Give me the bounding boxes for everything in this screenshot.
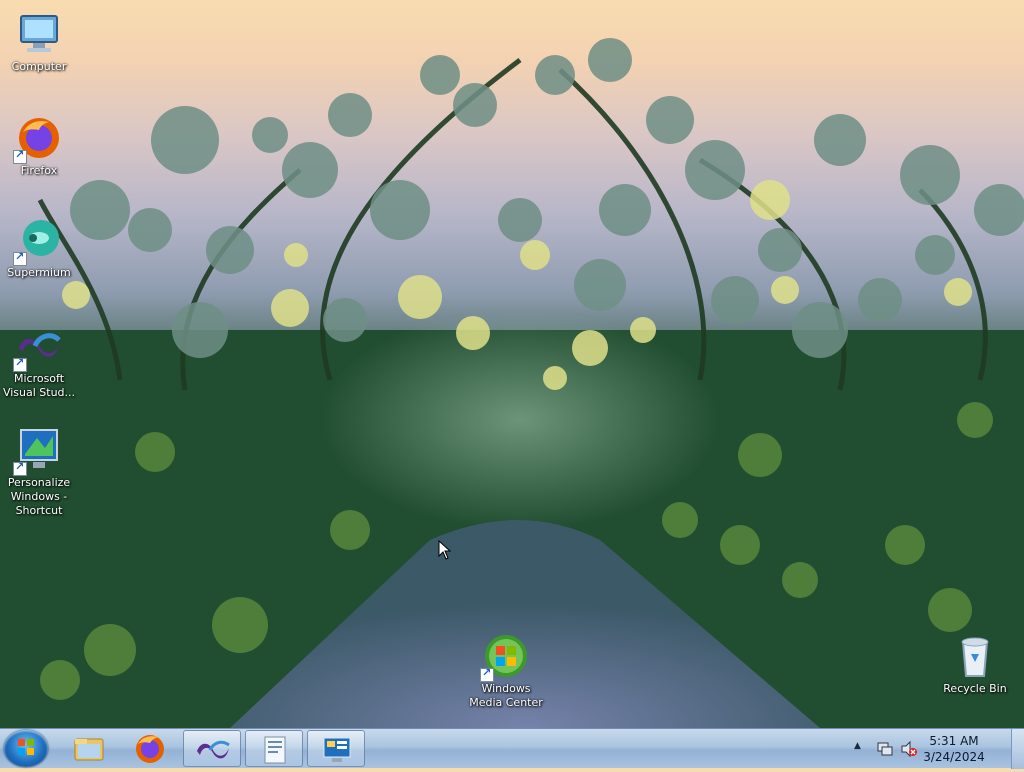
desktop-icon-label: Windows Media Center — [469, 682, 543, 709]
desktop-icon-personalize[interactable]: Personalize Windows - Shortcut — [1, 426, 77, 518]
mouse-cursor-icon — [438, 540, 452, 560]
system-tray: ▲ 5:31 AM 3/24/2024 — [848, 729, 1008, 769]
document-icon — [264, 736, 286, 764]
desktop-icon-computer[interactable]: Computer — [1, 10, 77, 74]
desktop-icon-supermium[interactable]: Supermium — [1, 216, 77, 280]
taskbar-button-firefox[interactable] — [121, 730, 179, 767]
desktop-wallpaper — [0, 38, 1024, 728]
desktop-icon-label: Computer — [11, 60, 67, 73]
personalize-icon — [323, 737, 351, 762]
desktop-icon-firefox[interactable]: Firefox — [1, 114, 77, 178]
personalize-icon — [13, 426, 63, 476]
desktop-icon-label: Supermium — [7, 266, 71, 279]
network-icon[interactable] — [876, 740, 894, 758]
supermium-icon — [13, 216, 63, 266]
taskbar-button-wordpad[interactable] — [245, 730, 303, 767]
clock-time: 5:31 AM — [929, 734, 979, 748]
taskbar: ▲ 5:31 AM 3/24/2024 — [0, 728, 1024, 769]
taskbar-button-explorer[interactable] — [60, 730, 118, 767]
show-desktop-button[interactable] — [1011, 729, 1024, 769]
shortcut-arrow-icon — [13, 250, 27, 266]
desktop-icon-label: Recycle Bin — [943, 682, 1007, 695]
taskbar-button-visual-studio[interactable] — [183, 730, 241, 767]
desktop-icon-label: Microsoft Visual Stud... — [2, 372, 76, 399]
show-hidden-icons-chevron-icon[interactable]: ▲ — [854, 741, 866, 755]
firefox-icon — [136, 735, 164, 763]
windows-logo-icon — [18, 739, 34, 755]
start-button[interactable] — [4, 730, 48, 767]
recycle-bin-icon — [951, 632, 999, 680]
desktop-icon-label: Personalize Windows - Shortcut — [7, 476, 71, 517]
taskbar-button-personalize[interactable] — [307, 730, 365, 767]
desktop-icon-recycle-bin[interactable]: Recycle Bin — [937, 632, 1013, 696]
windows-media-center-icon — [480, 632, 530, 682]
visual-studio-icon — [13, 322, 63, 372]
computer-icon — [15, 10, 63, 58]
desktop-icon-label: Firefox — [20, 164, 58, 177]
desktop-icon-visual-studio[interactable]: Microsoft Visual Stud... — [1, 322, 77, 400]
clock-date: 3/24/2024 — [923, 750, 985, 764]
clock[interactable]: 5:31 AM 3/24/2024 — [914, 733, 994, 765]
shortcut-arrow-icon — [13, 356, 27, 372]
shortcut-arrow-icon — [13, 148, 27, 164]
visual-studio-icon — [197, 740, 230, 759]
shortcut-arrow-icon — [480, 666, 494, 682]
folder-icon — [74, 738, 104, 761]
desktop-icon-windows-media-center[interactable]: Windows Media Center — [468, 632, 544, 710]
firefox-icon — [13, 114, 63, 164]
shortcut-arrow-icon — [13, 460, 27, 476]
